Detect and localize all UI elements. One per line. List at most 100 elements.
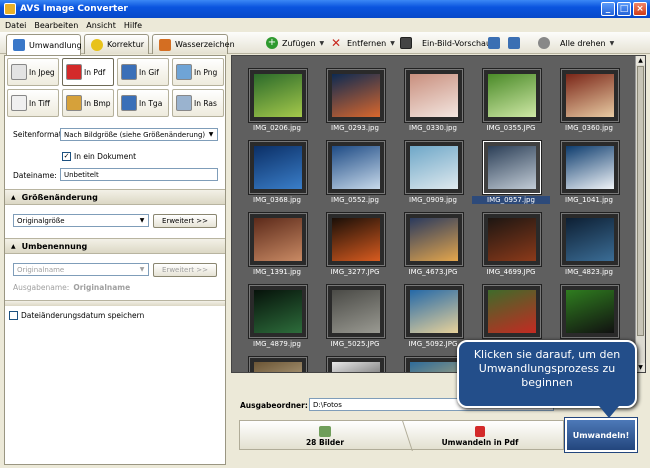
keep-date-option[interactable]: Dateiänderungsdatum speichern (9, 311, 144, 320)
menu-help[interactable]: Hilfe (124, 21, 142, 30)
resize-advanced-button[interactable]: Erweitert >> (153, 214, 217, 228)
thumbnail-image (332, 290, 380, 333)
thumbnail-item[interactable]: IMG_4673.JPG (394, 210, 472, 282)
thumbnail-image (488, 290, 536, 333)
resize-title: Größenänderung (21, 192, 98, 202)
thumbnail-item[interactable]: IMG_3277.JPG (316, 210, 394, 282)
resize-select[interactable]: Originalgröße ▼ (13, 214, 149, 227)
thumbnail-item[interactable]: IMG_4879.jpg (238, 282, 316, 354)
tab-watermark[interactable]: Wasserzeichen (152, 34, 235, 54)
rename-title: Umbenennung (21, 241, 88, 251)
thumbnail-item[interactable]: IMG_0909.jpg (394, 138, 472, 210)
format-label: In Png (194, 67, 218, 77)
menu-edit[interactable]: Bearbeiten (34, 21, 78, 30)
thumbnail-frame (327, 141, 385, 194)
convert-button[interactable]: Umwandeln! (564, 417, 638, 453)
page-format-select[interactable]: Nach Bildgröße (siehe Größenänderung) ▼ (60, 128, 218, 141)
thumbnail-item[interactable] (316, 354, 394, 372)
output-name-value: Originalname (73, 283, 131, 292)
thumbnail-item[interactable]: IMG_1041.jpg (550, 138, 628, 210)
scroll-down-icon[interactable]: ▼ (636, 363, 645, 372)
thumbnail-image (566, 290, 614, 333)
format-jpeg-button[interactable]: In Jpeg (7, 58, 59, 86)
format-pdf-button[interactable]: In Pdf (62, 58, 114, 86)
filename-input[interactable]: Unbetitelt (60, 168, 218, 181)
rotate-left-button[interactable] (488, 35, 500, 51)
single-preview-button[interactable]: Ein-Bild-Vorschau (400, 35, 491, 51)
thumbnail-image (410, 74, 458, 117)
add-button[interactable]: + Zufügen ▼ (266, 35, 324, 51)
scroll-thumb[interactable] (637, 66, 644, 336)
thumbnail-item[interactable]: IMG_1391.jpg (238, 210, 316, 282)
thumbnail-item[interactable]: IMG_0293.jpg (316, 66, 394, 138)
format-tiff-button[interactable]: In Tiff (7, 89, 59, 117)
hint-tooltip: Klicken sie darauf, um den Umwandlungspr… (457, 340, 637, 418)
thumbnail-frame (561, 285, 619, 338)
thumbnail-item[interactable]: IMG_4823.jpg (550, 210, 628, 282)
window-title: AVS Image Converter (20, 4, 128, 14)
thumbnail-frame (249, 213, 307, 266)
resize-value: Originalgröße (17, 216, 65, 225)
remove-button[interactable]: ✕ Entfernen ▼ (331, 35, 395, 51)
menu-file[interactable]: Datei (5, 21, 26, 30)
thumbnail-caption: IMG_0206.jpg (253, 124, 301, 132)
filename-label: Dateiname: (13, 171, 57, 180)
thumbnail-item[interactable]: IMG_0355.JPG (472, 66, 550, 138)
scroll-up-icon[interactable]: ▲ (636, 56, 645, 65)
rename-section-header[interactable]: ▲ Umbenennung (5, 238, 225, 254)
format-ras-button[interactable]: In Ras (172, 89, 224, 117)
gallery-scrollbar[interactable]: ▲ ▼ (635, 56, 645, 372)
rename-select[interactable]: Originalname ▼ (13, 263, 149, 276)
thumbnail-image (410, 146, 458, 189)
chevron-down-icon: ▼ (609, 39, 615, 47)
format-png-button[interactable]: In Png (172, 58, 224, 86)
thumbnail-item[interactable]: IMG_0360.jpg (550, 66, 628, 138)
minimize-button[interactable]: _ (601, 2, 615, 16)
keep-date-checkbox[interactable] (9, 311, 18, 320)
thumbnail-caption: IMG_0355.JPG (486, 124, 536, 132)
step-format-label: Umwandeln in Pdf (441, 437, 519, 447)
tab-correction[interactable]: Korrektur (84, 34, 149, 54)
thumbnail-caption: IMG_0909.jpg (409, 196, 457, 204)
thumbnail-frame (561, 213, 619, 266)
maximize-button[interactable]: □ (617, 2, 631, 16)
format-label: In Tiff (29, 98, 50, 108)
thumbnail-item[interactable] (238, 354, 316, 372)
thumbnail-image (332, 146, 380, 189)
chevron-down-icon: ▼ (208, 131, 214, 138)
tab-conversion[interactable]: Umwandlung (6, 34, 82, 55)
format-gif-button[interactable]: In Gif (117, 58, 169, 86)
chevron-down-icon: ▼ (139, 266, 145, 273)
format-bmp-button[interactable]: In Bmp (62, 89, 114, 117)
thumbnail-item[interactable]: IMG_0957.jpg (472, 138, 550, 210)
title-bar: AVS Image Converter _ □ × (0, 0, 650, 18)
resize-section-header[interactable]: ▲ Größenänderung (5, 189, 225, 205)
rotate-right-button[interactable] (508, 35, 520, 51)
thumbnail-item[interactable]: IMG_0552.jpg (316, 138, 394, 210)
thumbnail-item[interactable]: IMG_4699.JPG (472, 210, 550, 282)
remove-label: Entfernen (347, 38, 387, 48)
menu-view[interactable]: Ansicht (86, 21, 116, 30)
single-document-checkbox[interactable]: ✓ (62, 152, 71, 161)
thumbnail-image (254, 362, 302, 372)
thumbnail-item[interactable]: IMG_5025.JPG (316, 282, 394, 354)
jpeg-icon (11, 64, 27, 80)
thumbnail-caption: IMG_1041.jpg (565, 196, 613, 204)
rotate-all-button[interactable]: Alle drehen ▼ (538, 35, 614, 51)
pdf-icon (66, 64, 82, 80)
format-label: In Tga (139, 98, 163, 108)
bmp-icon (66, 95, 82, 111)
rename-advanced-button[interactable]: Erweitert >> (153, 263, 217, 277)
thumbnail-item[interactable]: IMG_0206.jpg (238, 66, 316, 138)
thumbnail-frame (405, 69, 463, 122)
output-name-row: Ausgabename: Originalname (13, 283, 130, 292)
tab-watermark-label: Wasserzeichen (175, 40, 235, 49)
output-folder-label: Ausgabeordner: (240, 401, 308, 410)
close-button[interactable]: × (633, 2, 647, 16)
format-tga-button[interactable]: In Tga (117, 89, 169, 117)
thumbnail-item[interactable]: IMG_0368.jpg (238, 138, 316, 210)
thumbnail-image (488, 146, 536, 189)
thumbnail-frame (561, 69, 619, 122)
single-document-option[interactable]: ✓ In ein Dokument (62, 152, 136, 161)
thumbnail-item[interactable]: IMG_0330.jpg (394, 66, 472, 138)
